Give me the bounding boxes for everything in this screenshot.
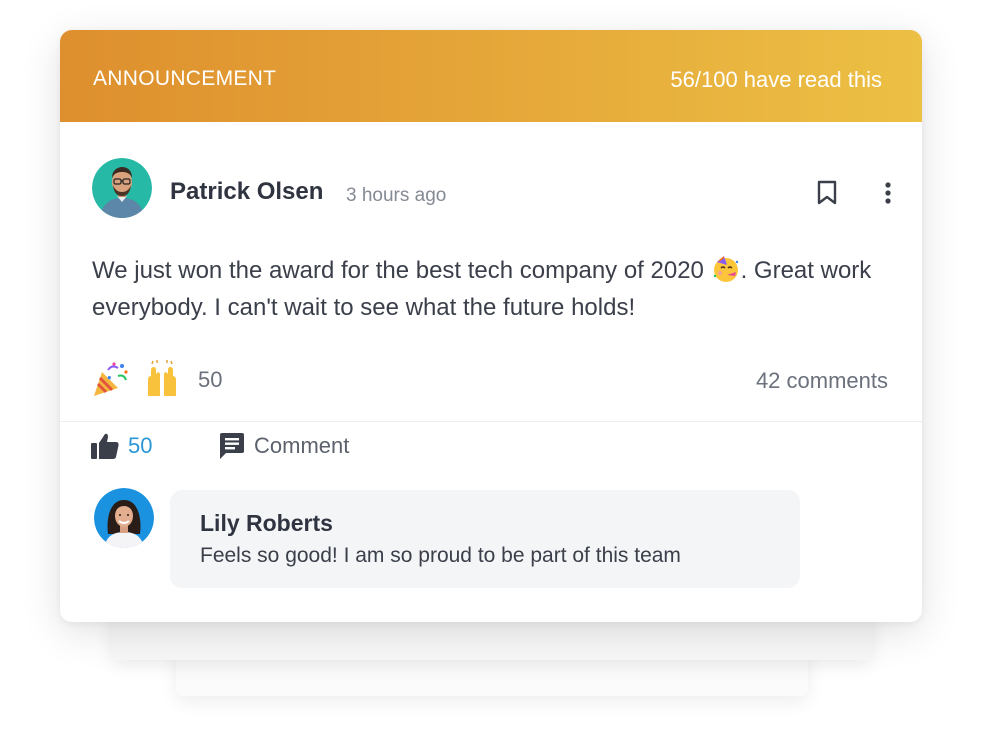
partying-face-icon [713,256,738,282]
more-vertical-icon [885,182,891,204]
post-timestamp: 3 hours ago [346,185,447,206]
reaction-summary[interactable]: 50 [90,360,222,400]
like-count: 50 [128,433,153,458]
like-button[interactable]: 50 [90,430,152,462]
comment-text: Feels so good! I am so proud to be part … [200,544,681,567]
bookmark-button[interactable] [812,178,842,208]
announcement-feed: ANNOUNCEMENT 56/100 have read this Patri… [0,0,982,744]
comment-icon [220,433,244,459]
banner-label: ANNOUNCEMENT [93,67,277,90]
author-name[interactable]: Patrick Olsen [170,178,323,206]
more-options-button[interactable] [876,178,900,208]
raising-hands-icon [148,360,176,396]
comment-bubble: Lily Roberts Feels so good! I am so prou… [170,490,800,588]
party-popper-icon [94,362,128,396]
thumbs-up-icon [91,433,119,459]
divider [60,421,922,422]
comment-button[interactable]: Comment [218,430,349,462]
bookmark-icon [817,180,837,205]
post-text-start: We just won the award for the best tech … [92,257,711,284]
reaction-count: 50 [198,367,223,392]
announcement-card: ANNOUNCEMENT 56/100 have read this Patri… [60,30,922,622]
comment-label: Comment [254,433,350,458]
comments-count-link[interactable]: 42 comments [756,368,888,394]
author-avatar[interactable] [92,158,152,218]
announcement-banner: ANNOUNCEMENT 56/100 have read this [60,30,922,122]
commenter-name[interactable]: Lily Roberts [200,510,333,537]
commenter-avatar[interactable] [94,488,154,548]
read-status[interactable]: 56/100 have read this [670,67,882,93]
post-body: We just won the award for the best tech … [92,252,892,326]
